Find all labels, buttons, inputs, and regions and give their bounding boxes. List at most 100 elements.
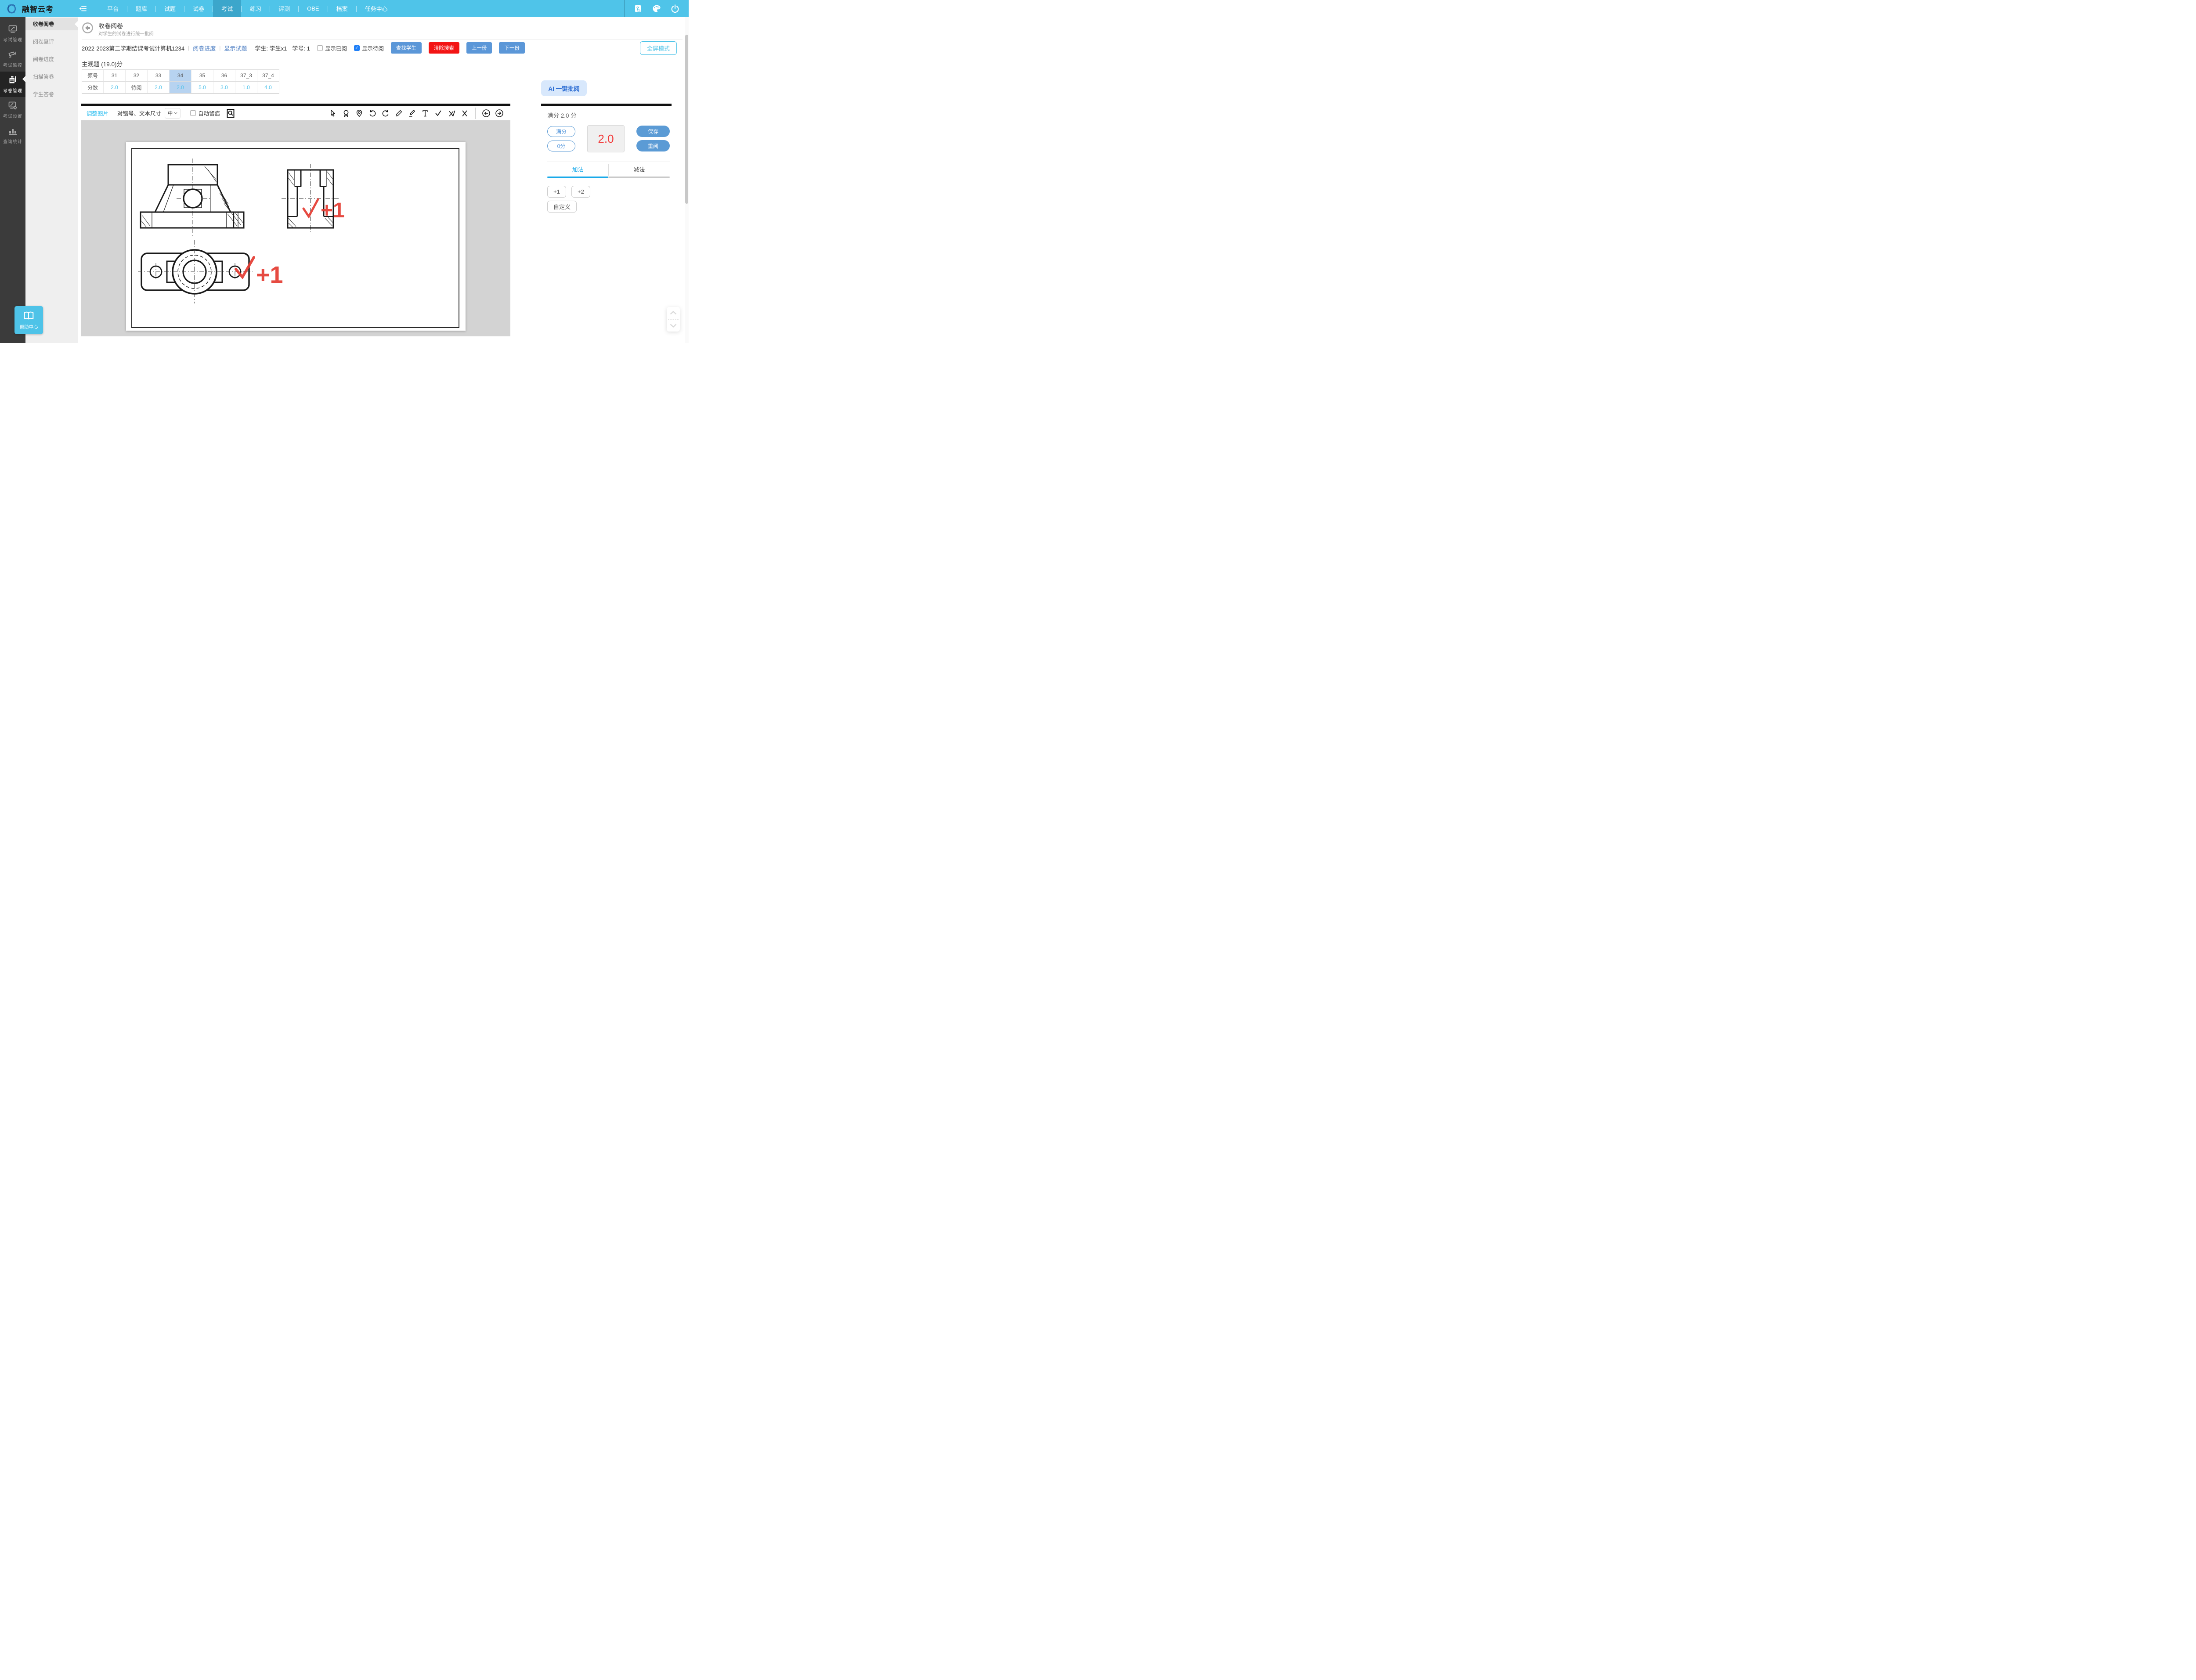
quick-plus-one-button[interactable]: +1 bbox=[547, 186, 566, 198]
tab-divider bbox=[608, 164, 609, 176]
page-up-button[interactable] bbox=[667, 307, 680, 319]
annotation-tools bbox=[327, 108, 505, 119]
menu-item-task-center[interactable]: 任务中心 bbox=[357, 0, 396, 17]
viewer-canvas-area[interactable]: +1 +1 bbox=[81, 120, 510, 336]
question-number-cell[interactable]: 37_4 bbox=[257, 70, 279, 82]
tab-subtraction[interactable]: 减法 bbox=[609, 165, 670, 177]
cross-icon[interactable] bbox=[459, 108, 470, 119]
menu-item-platform[interactable]: 平台 bbox=[99, 0, 127, 17]
menu-item-evaluation[interactable]: 评测 bbox=[270, 0, 298, 17]
question-number-cell[interactable]: 35 bbox=[191, 70, 213, 82]
scrollbar-thumb[interactable] bbox=[685, 35, 688, 204]
zero-score-button[interactable]: 0分 bbox=[547, 141, 575, 151]
clear-search-button[interactable]: 清除搜索 bbox=[429, 42, 459, 54]
ai-one-click-grading-button[interactable]: AI 一键批阅 bbox=[541, 80, 587, 96]
answer-sheet-drawing: +1 +1 bbox=[126, 142, 466, 331]
mark-size-select[interactable]: 中 bbox=[165, 108, 181, 119]
menu-item-questions[interactable]: 试题 bbox=[156, 0, 184, 17]
next-paper-button[interactable]: 下一份 bbox=[499, 42, 525, 54]
show-question-link[interactable]: 显示试题 bbox=[224, 44, 247, 52]
select-cursor-icon[interactable] bbox=[327, 108, 339, 119]
pencil-icon[interactable] bbox=[393, 108, 405, 119]
save-button[interactable]: 保存 bbox=[636, 126, 670, 137]
back-button[interactable] bbox=[82, 22, 94, 34]
theme-palette-icon[interactable] bbox=[652, 4, 661, 14]
fullscreen-mode-button[interactable]: 全屏模式 bbox=[640, 41, 677, 55]
sidebar-item-query-statistics[interactable]: 查询统计 bbox=[0, 123, 25, 148]
separator: | bbox=[219, 45, 220, 51]
score-cell: 5.0 bbox=[191, 82, 213, 93]
logout-power-icon[interactable] bbox=[670, 4, 680, 14]
sidebar-item-paper-management[interactable]: 考卷管理 bbox=[0, 72, 25, 97]
menu-item-obe[interactable]: OBE bbox=[299, 0, 327, 17]
sidebar-item-exam-management[interactable]: 考试管理 bbox=[0, 21, 25, 46]
show-unread-checkbox-group[interactable]: ✓ 显示待阅 bbox=[354, 44, 384, 52]
current-score-display: 2.0 bbox=[587, 125, 625, 152]
sidebar-item-exam-monitor[interactable]: 考试监控 bbox=[0, 46, 25, 72]
find-student-button[interactable]: 查找学生 bbox=[391, 42, 422, 54]
menu-collapse-icon[interactable] bbox=[79, 5, 87, 12]
auto-trace-checkbox[interactable] bbox=[190, 110, 196, 116]
question-column-33[interactable]: 33 2.0 bbox=[148, 70, 170, 93]
menu-item-practice[interactable]: 练习 bbox=[242, 0, 270, 17]
question-column-37-4[interactable]: 37_4 4.0 bbox=[257, 70, 279, 93]
sidebar-item-label: 考试设置 bbox=[3, 112, 22, 119]
undo-icon[interactable] bbox=[367, 108, 378, 119]
menu-item-archive[interactable]: 档案 bbox=[328, 0, 356, 17]
magnifier-document-icon[interactable] bbox=[226, 108, 235, 118]
check-cross-icon[interactable] bbox=[446, 108, 457, 119]
sidebar-item-exam-settings[interactable]: 考试设置 bbox=[0, 97, 25, 123]
previous-image-icon[interactable] bbox=[480, 108, 492, 119]
question-number-cell[interactable]: 37_3 bbox=[235, 70, 257, 82]
redo-icon[interactable] bbox=[380, 108, 391, 119]
submenu-item-grading-review[interactable]: 阅卷复评 bbox=[25, 36, 78, 48]
question-column-37-3[interactable]: 37_3 1.0 bbox=[235, 70, 257, 93]
question-column-31[interactable]: 31 2.0 bbox=[104, 70, 126, 93]
next-image-icon[interactable] bbox=[494, 108, 505, 119]
question-number-cell[interactable]: 32 bbox=[126, 70, 148, 82]
help-center-button[interactable]: 帮助中心 bbox=[14, 306, 43, 334]
top-menu: 平台 题库 试题 试卷 考试 练习 评测 OBE 档案 任务中心 bbox=[99, 0, 396, 17]
menu-item-papers[interactable]: 试卷 bbox=[184, 0, 213, 17]
custom-score-button[interactable]: 自定义 bbox=[547, 201, 577, 213]
full-score-button[interactable]: 满分 bbox=[547, 126, 575, 137]
check-mark-icon[interactable] bbox=[433, 108, 444, 119]
page-down-button[interactable] bbox=[667, 320, 680, 332]
adjust-image-link[interactable]: 调整图片 bbox=[87, 109, 108, 117]
location-pin-icon[interactable] bbox=[354, 108, 365, 119]
tab-addition[interactable]: 加法 bbox=[547, 165, 608, 177]
question-number-cell[interactable]: 31 bbox=[104, 70, 126, 82]
auto-trace-checkbox-group[interactable]: 自动留痕 bbox=[190, 109, 220, 117]
question-number-cell[interactable]: 34 bbox=[170, 70, 191, 82]
question-column-36[interactable]: 36 3.0 bbox=[213, 70, 235, 93]
text-tool-icon[interactable] bbox=[419, 108, 431, 119]
toolbar-divider bbox=[475, 108, 476, 119]
question-column-34-active[interactable]: 34 2.0 bbox=[170, 70, 191, 93]
previous-paper-button[interactable]: 上一份 bbox=[466, 42, 492, 54]
grading-progress-link[interactable]: 阅卷进度 bbox=[193, 44, 216, 52]
pen-underline-icon[interactable] bbox=[406, 108, 418, 119]
show-unread-checkbox[interactable]: ✓ bbox=[354, 45, 360, 51]
help-doc-icon[interactable]: ? bbox=[633, 4, 643, 14]
question-number-cell[interactable]: 36 bbox=[213, 70, 235, 82]
submenu-item-collect-grading[interactable]: 收卷阅卷 bbox=[25, 18, 78, 30]
regrade-button[interactable]: 重阅 bbox=[636, 140, 670, 151]
menu-item-question-bank[interactable]: 题库 bbox=[127, 0, 155, 17]
exam-settings-icon bbox=[8, 101, 18, 110]
show-read-checkbox[interactable] bbox=[317, 45, 323, 51]
submenu-item-grading-progress[interactable]: 阅卷进度 bbox=[25, 53, 78, 65]
score-cell: 2.0 bbox=[104, 82, 126, 93]
question-column-35[interactable]: 35 5.0 bbox=[191, 70, 213, 93]
submenu-item-scan-answer-sheets[interactable]: 扫描答卷 bbox=[25, 71, 78, 83]
submenu-item-student-answer-sheets[interactable]: 学生答卷 bbox=[25, 88, 78, 101]
show-unread-label: 显示待阅 bbox=[362, 44, 384, 52]
question-number-cell[interactable]: 33 bbox=[148, 70, 170, 82]
stamp-badge-icon[interactable] bbox=[340, 108, 352, 119]
score-cell: 4.0 bbox=[257, 82, 279, 93]
show-read-checkbox-group[interactable]: 显示已阅 bbox=[317, 44, 347, 52]
menu-item-exam[interactable]: 考试 bbox=[213, 0, 241, 17]
question-column-32[interactable]: 32 待阅 bbox=[126, 70, 148, 93]
vertical-scrollbar[interactable] bbox=[685, 17, 689, 343]
quick-plus-two-button[interactable]: +2 bbox=[571, 186, 590, 198]
exam-monitor-icon bbox=[8, 50, 18, 59]
